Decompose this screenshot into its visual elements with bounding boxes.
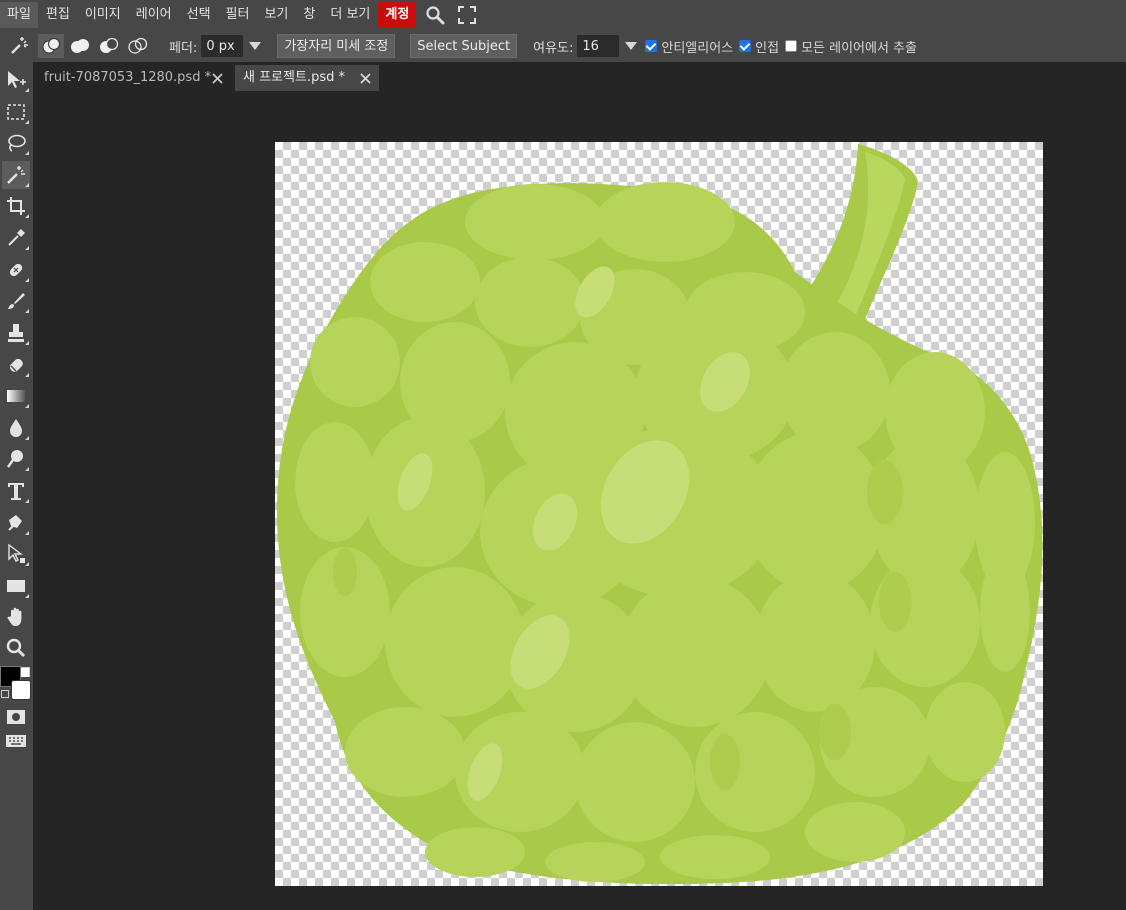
menu-bar: 파일 편집 이미지 레이어 선택 필터 보기 창 더 보기 계정	[0, 0, 1126, 30]
blur-tool-icon[interactable]	[2, 414, 30, 442]
options-bar: 페더: 0 px 가장자리 미세 조정 Select Subject 여유도: …	[0, 30, 1126, 62]
all-layers-label: 모든 레이어에서 추출	[801, 40, 917, 56]
crop-tool-icon[interactable]	[2, 192, 30, 220]
background-color-swatch[interactable]	[11, 680, 31, 700]
close-tab-icon[interactable]	[358, 65, 372, 91]
tab-fruit[interactable]: fruit-7087053_1280.psd *	[36, 65, 233, 91]
contiguous-option[interactable]: 인접	[739, 37, 779, 56]
rectangle-tool-icon[interactable]	[2, 572, 30, 600]
keyboard-icon[interactable]	[2, 727, 30, 755]
selection-mode-intersect-icon[interactable]	[125, 34, 151, 58]
tolerance-label: 여유도:	[533, 40, 574, 56]
reset-colors-icon[interactable]	[1, 690, 9, 698]
menu-more[interactable]: 더 보기	[323, 2, 377, 28]
hand-tool-icon[interactable]	[2, 603, 30, 631]
menu-layer[interactable]: 레이어	[129, 2, 179, 28]
selection-mode-add-icon[interactable]	[67, 34, 93, 58]
eraser-tool-icon[interactable]	[2, 351, 30, 379]
lasso-tool-icon[interactable]	[2, 129, 30, 157]
pen-tool-icon[interactable]	[2, 509, 30, 537]
menu-filter[interactable]: 필터	[219, 2, 257, 28]
zoom-tool-icon[interactable]	[2, 634, 30, 662]
gradient-tool-icon[interactable]	[2, 382, 30, 410]
menu-view[interactable]: 보기	[257, 2, 295, 28]
eyedropper-tool-icon[interactable]	[2, 224, 30, 252]
tolerance-input[interactable]: 16	[577, 35, 620, 57]
tolerance-dropdown-icon[interactable]	[625, 42, 638, 50]
menu-image[interactable]: 이미지	[78, 2, 128, 28]
selection-mode-new-icon[interactable]	[38, 34, 64, 58]
selection-mode-subtract-icon[interactable]	[96, 34, 122, 58]
brush-tool-icon[interactable]	[2, 287, 30, 315]
tab-label: 새 프로젝트.psd *	[243, 70, 345, 85]
type-tool-icon[interactable]	[2, 477, 30, 505]
menu-edit[interactable]: 편집	[39, 2, 77, 28]
feather-input[interactable]: 0 px	[201, 35, 244, 57]
menu-window[interactable]: 창	[296, 2, 322, 28]
contiguous-checkbox[interactable]	[739, 40, 752, 52]
feather-dropdown-icon[interactable]	[249, 42, 262, 50]
marquee-tool-icon[interactable]	[2, 98, 30, 126]
clone-stamp-tool-icon[interactable]	[2, 319, 30, 347]
fullscreen-icon[interactable]	[453, 2, 481, 28]
refine-edge-button[interactable]: 가장자리 미세 조정	[277, 34, 396, 58]
close-tab-icon[interactable]	[210, 65, 224, 91]
document-tabs: fruit-7087053_1280.psd * 새 프로젝트.psd *	[33, 62, 1126, 92]
move-tool-icon[interactable]	[2, 66, 30, 94]
tools-panel	[0, 62, 33, 910]
dodge-tool-icon[interactable]	[2, 445, 30, 473]
feather-label: 페더:	[169, 40, 198, 56]
select-subject-button[interactable]: Select Subject	[410, 34, 518, 58]
document-canvas[interactable]	[275, 142, 1043, 886]
magic-wand-options-icon[interactable]	[4, 31, 34, 61]
path-select-tool-icon[interactable]	[2, 540, 30, 568]
magic-wand-tool-icon[interactable]	[2, 161, 30, 189]
search-icon[interactable]	[421, 2, 449, 28]
antialias-option[interactable]: 안티엘리어스	[645, 37, 733, 56]
custard-apple-image	[276, 144, 1043, 885]
antialias-checkbox[interactable]	[645, 40, 658, 52]
all-layers-option[interactable]: 모든 레이어에서 추출	[785, 37, 917, 56]
color-swatches[interactable]	[0, 666, 33, 702]
tab-label: fruit-7087053_1280.psd *	[44, 70, 212, 85]
all-layers-checkbox[interactable]	[785, 40, 798, 52]
contiguous-label: 인접	[755, 40, 780, 56]
menu-select[interactable]: 선택	[180, 2, 218, 28]
healing-brush-tool-icon[interactable]	[2, 256, 30, 284]
antialias-label: 안티엘리어스	[661, 40, 734, 56]
menu-file[interactable]: 파일	[0, 2, 38, 28]
menu-account[interactable]: 계정	[378, 2, 417, 28]
